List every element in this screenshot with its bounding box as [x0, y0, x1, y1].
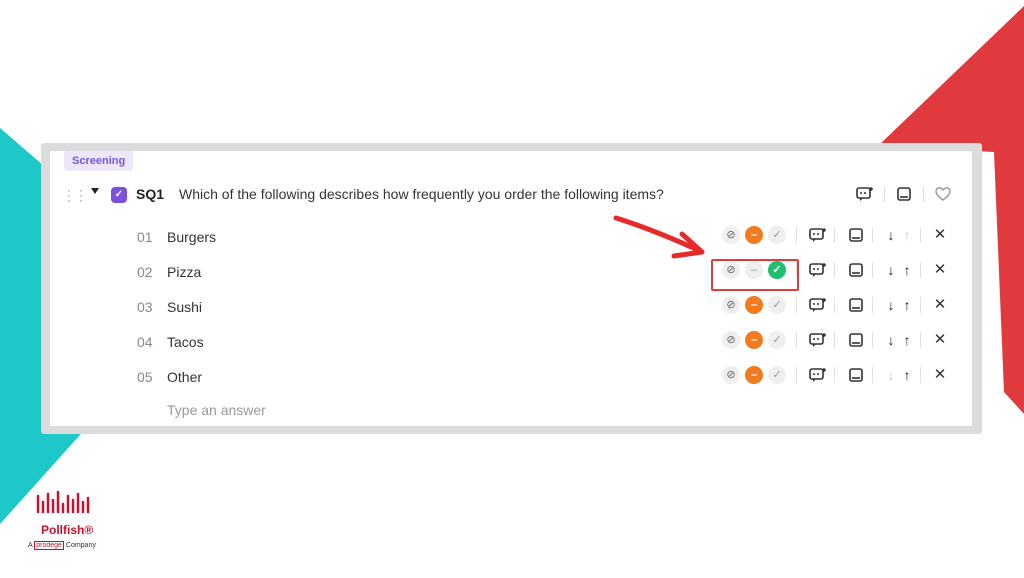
answer-number: 03	[137, 299, 153, 315]
remove-answer-icon[interactable]: ✕	[931, 296, 949, 314]
question-header: ⋮⋮ ✓ SQ1 Which of the following describe…	[50, 179, 972, 211]
new-answer-input[interactable]: Type an answer	[167, 402, 266, 418]
divider	[796, 297, 797, 313]
answer-text[interactable]: Pizza	[167, 264, 201, 280]
answer-list: 01 Burgers ⊘ – ✓ ↓ ↑ ✕ 02 Pizza ⊘ – ✓ ↓ …	[50, 221, 972, 396]
answer-number: 01	[137, 229, 153, 245]
question-type-icon: ✓	[111, 187, 127, 203]
move-up-icon: ↑	[903, 227, 911, 243]
move-down-icon[interactable]: ↓	[883, 296, 899, 314]
drag-handle-icon[interactable]: ⋮⋮	[62, 187, 88, 204]
divider	[872, 227, 873, 243]
question-id: SQ1	[136, 186, 165, 202]
comment-add-icon[interactable]	[807, 331, 829, 349]
move-up-icon[interactable]: ↑	[899, 296, 915, 314]
answer-row: 05 Other ⊘ – ✓ ↓ ↑ ✕	[50, 361, 972, 396]
screening-tag: Screening	[64, 151, 134, 171]
answer-controls: ⊘ – ✓ ↓ ↑ ✕	[722, 226, 949, 244]
divider	[920, 227, 921, 243]
answer-row: 02 Pizza ⊘ – ✓ ↓ ↑ ✕	[50, 256, 972, 291]
move-up-icon[interactable]: ↑	[899, 366, 915, 384]
comment-add-icon[interactable]	[807, 366, 829, 384]
null-option-icon[interactable]: ⊘	[722, 296, 740, 314]
highlight-box	[711, 259, 799, 291]
image-icon[interactable]	[845, 296, 867, 314]
answer-text[interactable]: Sushi	[167, 299, 202, 315]
minus-option-icon[interactable]: –	[745, 226, 763, 244]
divider	[834, 262, 835, 278]
check-option-icon[interactable]: ✓	[768, 226, 786, 244]
answer-text[interactable]: Other	[167, 369, 202, 385]
comment-add-icon[interactable]	[807, 226, 829, 244]
move-up-icon[interactable]: ↑	[899, 261, 915, 279]
divider	[923, 186, 924, 202]
question-card: Screening ⋮⋮ ✓ SQ1 Which of the followin…	[50, 151, 972, 426]
collapse-caret-icon[interactable]	[91, 188, 99, 194]
minus-option-icon[interactable]: –	[745, 331, 763, 349]
minus-option-icon[interactable]: –	[745, 296, 763, 314]
divider	[872, 367, 873, 383]
move-down-icon[interactable]: ↓	[883, 261, 899, 279]
divider	[796, 332, 797, 348]
image-icon[interactable]	[895, 185, 913, 203]
divider	[834, 332, 835, 348]
image-icon[interactable]	[845, 226, 867, 244]
comment-add-icon[interactable]	[856, 185, 874, 203]
logo-sub-brand: prodege	[34, 541, 64, 550]
null-option-icon[interactable]: ⊘	[722, 331, 740, 349]
null-option-icon[interactable]: ⊘	[722, 366, 740, 384]
heart-icon[interactable]	[934, 185, 952, 203]
answer-row: 04 Tacos ⊘ – ✓ ↓ ↑ ✕	[50, 326, 972, 361]
divider	[872, 297, 873, 313]
divider	[872, 332, 873, 348]
answer-row: 03 Sushi ⊘ – ✓ ↓ ↑ ✕	[50, 291, 972, 326]
divider	[834, 367, 835, 383]
red-annotation-arrow-icon	[613, 215, 705, 259]
answer-controls: ⊘ – ✓ ↓ ↑ ✕	[722, 296, 949, 314]
remove-answer-icon[interactable]: ✕	[931, 226, 949, 244]
answer-number: 02	[137, 264, 153, 280]
check-option-icon[interactable]: ✓	[768, 366, 786, 384]
image-icon[interactable]	[845, 261, 867, 279]
divider	[872, 262, 873, 278]
answer-controls: ⊘ – ✓ ↓ ↑ ✕	[722, 331, 949, 349]
question-tools	[856, 185, 952, 203]
check-option-icon[interactable]: ✓	[768, 296, 786, 314]
divider	[920, 297, 921, 313]
minus-option-icon[interactable]: –	[745, 366, 763, 384]
divider	[796, 367, 797, 383]
answer-text[interactable]: Tacos	[167, 334, 204, 350]
remove-answer-icon[interactable]: ✕	[931, 366, 949, 384]
divider	[834, 227, 835, 243]
move-down-icon[interactable]: ↓	[883, 331, 899, 349]
check-option-icon[interactable]: ✓	[768, 331, 786, 349]
divider	[884, 186, 885, 202]
comment-add-icon[interactable]	[807, 296, 829, 314]
move-down-icon[interactable]: ↓	[883, 226, 899, 244]
pollfish-logo-icon	[36, 490, 90, 514]
remove-answer-icon[interactable]: ✕	[931, 331, 949, 349]
divider	[920, 262, 921, 278]
divider	[796, 227, 797, 243]
image-icon[interactable]	[845, 366, 867, 384]
image-icon[interactable]	[845, 331, 867, 349]
question-text[interactable]: Which of the following describes how fre…	[179, 186, 664, 202]
move-up-icon[interactable]: ↑	[899, 331, 915, 349]
divider	[920, 367, 921, 383]
answer-number: 04	[137, 334, 153, 350]
remove-answer-icon[interactable]: ✕	[931, 261, 949, 279]
answer-controls: ⊘ – ✓ ↓ ↑ ✕	[722, 366, 949, 384]
answer-number: 05	[137, 369, 153, 385]
divider	[834, 297, 835, 313]
comment-add-icon[interactable]	[807, 261, 829, 279]
logo-subtitle: A prodege Company	[28, 541, 96, 550]
answer-row: 01 Burgers ⊘ – ✓ ↓ ↑ ✕	[50, 221, 972, 256]
divider	[920, 332, 921, 348]
move-down-icon: ↓	[887, 367, 895, 383]
answer-text[interactable]: Burgers	[167, 229, 216, 245]
logo-wordmark: Pollfish®	[41, 523, 94, 537]
null-option-icon[interactable]: ⊘	[722, 226, 740, 244]
logo-sub-suffix: Company	[63, 542, 96, 549]
